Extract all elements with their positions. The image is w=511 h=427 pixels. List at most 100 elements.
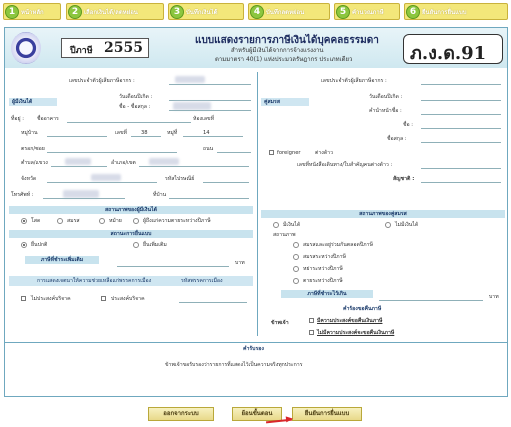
name-input[interactable] bbox=[169, 110, 251, 111]
spouse-surname-input[interactable] bbox=[421, 142, 501, 143]
tambon-label: ตำบล/แขวง bbox=[21, 160, 48, 166]
extra-tax-input[interactable] bbox=[117, 266, 229, 267]
foreigner-label: foreigner bbox=[277, 150, 301, 156]
status-single-radio[interactable] bbox=[21, 218, 27, 224]
spouse-no-income-radio[interactable] bbox=[385, 222, 391, 228]
refund-input[interactable] bbox=[379, 300, 483, 301]
certification-divider bbox=[5, 342, 507, 343]
taxid-input[interactable] bbox=[169, 84, 251, 85]
phone-input[interactable] bbox=[43, 198, 125, 199]
taxid-value-redacted bbox=[175, 76, 205, 83]
want-refund-label: มีความประสงค์ขอคืนเงินภาษี bbox=[317, 318, 383, 324]
filing-bar: สถานะการยื่นแบบ bbox=[9, 230, 253, 238]
form-title: แบบแสดงรายการภาษีเงินได้บุคคลธรรมดา bbox=[195, 35, 379, 46]
status-married-radio[interactable] bbox=[57, 218, 63, 224]
party-code-input[interactable] bbox=[179, 302, 247, 303]
phone-label: โทรศัพท์ : bbox=[11, 192, 34, 198]
no-refund-checkbox[interactable] bbox=[309, 330, 314, 335]
amphoe-label: อำเภอ/เขต bbox=[111, 160, 136, 166]
nationality-input[interactable] bbox=[421, 182, 501, 183]
filing-normal-label: ยื่นปกติ bbox=[31, 242, 48, 248]
amphoe-input[interactable] bbox=[139, 166, 249, 167]
spouse-status-deceased-radio[interactable] bbox=[293, 278, 299, 284]
wizard-step-bar: 1 หน้าหลัก 2 เลือกเงินได้/ลดหย่อน 3 บันทึกเ… bbox=[0, 0, 511, 24]
column-divider bbox=[257, 72, 258, 336]
step-number: 3 bbox=[170, 5, 184, 19]
step-select-income[interactable]: 2 เลือกเงินได้/ลดหย่อน bbox=[66, 3, 164, 20]
status-bar: สถานภาพของผู้มีเงินได้ bbox=[9, 206, 253, 214]
spouse-status-married-during-radio[interactable] bbox=[293, 254, 299, 260]
spouse-taxid-input[interactable] bbox=[421, 84, 501, 85]
donate-label: การแสดงเจตนาให้ความช่วยเหลือแก่พรรคการเม… bbox=[37, 278, 152, 284]
refund-label: ภาษีที่ชำระไว้เกิน bbox=[281, 290, 373, 298]
soi-input[interactable] bbox=[47, 152, 177, 153]
step-home[interactable]: 1 หน้าหลัก bbox=[3, 3, 61, 20]
party-code-label: รหัสพรรคการเมือง bbox=[181, 278, 223, 284]
tax-year-box: ปีภาษี 2555 bbox=[61, 38, 149, 58]
building-label: ชื่ออาคาร bbox=[37, 116, 59, 122]
spouse-has-income-radio[interactable] bbox=[273, 222, 279, 228]
spouse-status-married-all-year-radio[interactable] bbox=[293, 242, 299, 248]
step-confirm-filing[interactable]: 6 ยืนยันการยื่นแบบ bbox=[404, 3, 508, 20]
form-subtitle-1: สำหรับผู้มีเงินได้จากการจ้างแรงงาน bbox=[231, 47, 324, 54]
step-number: 5 bbox=[336, 5, 350, 19]
tax-year-value: 2555 bbox=[104, 40, 143, 56]
filing-additional-radio[interactable] bbox=[133, 242, 139, 248]
house-no-input[interactable] bbox=[131, 136, 161, 137]
step-number: 4 bbox=[250, 5, 264, 19]
spouse-prefix-input[interactable] bbox=[421, 114, 501, 115]
certification-title: คำรับรอง bbox=[243, 346, 264, 352]
previous-step-button[interactable]: ย้อนขั้นตอน bbox=[232, 407, 282, 421]
spouse-name-label: ชื่อ : bbox=[403, 122, 414, 128]
province-input[interactable] bbox=[47, 182, 157, 183]
moo-input[interactable] bbox=[183, 136, 243, 137]
refund-title: คำร้องขอคืนภาษี bbox=[343, 306, 382, 312]
birth-label: วันเดือนปีเกิด : bbox=[119, 94, 153, 100]
form-code: ภ.ง.ด.91 bbox=[410, 43, 487, 64]
certification-text: ข้าพเจ้าขอรับรองว่ารายการที่แสดงไว้เป็นค… bbox=[165, 362, 303, 368]
zip-label: รหัสไปรษณีย์ bbox=[165, 176, 195, 182]
passport-input[interactable] bbox=[421, 168, 501, 169]
step-record-deduction[interactable]: 4 บันทึกลดหย่อน bbox=[248, 3, 330, 20]
spouse-status-divorced-radio[interactable] bbox=[293, 266, 299, 272]
village-input[interactable] bbox=[47, 136, 107, 137]
spouse-status-label: สถานภาพ bbox=[273, 232, 296, 238]
taxid-label: เลขประจำตัวผู้เสียภาษีอากร : bbox=[69, 78, 135, 84]
step-record-income[interactable]: 3 บันทึกเงินได้ bbox=[168, 3, 244, 20]
status-married-label: สมรส bbox=[67, 218, 80, 224]
step-label: ยืนยันการยื่นแบบ bbox=[422, 9, 467, 16]
passport-label: เลขที่หนังสือเดินทาง/ใบสำคัญคนต่างด้าว : bbox=[297, 162, 393, 168]
province-value-redacted bbox=[91, 174, 121, 181]
step-calculate-tax[interactable]: 5 คำนวณภาษี bbox=[334, 3, 400, 20]
road-input[interactable] bbox=[217, 152, 251, 153]
no-donate-checkbox[interactable] bbox=[21, 296, 26, 301]
foreigner-checkbox[interactable] bbox=[269, 150, 274, 155]
status-widowed-radio[interactable] bbox=[99, 218, 105, 224]
step-label: เลือกเงินได้/ลดหย่อน bbox=[84, 9, 138, 16]
status-deceased-radio[interactable] bbox=[133, 218, 139, 224]
spouse-name-input[interactable] bbox=[421, 128, 501, 129]
filing-normal-radio[interactable] bbox=[21, 242, 27, 248]
confirm-filing-button[interactable]: ยืนยันการยื่นแบบ bbox=[292, 407, 362, 421]
zip-input[interactable] bbox=[203, 182, 249, 183]
road-label: ถนน bbox=[203, 146, 214, 152]
tax-form: ปีภาษี 2555 แบบแสดงรายการภาษีเงินได้บุคค… bbox=[4, 27, 508, 397]
spouse-has-income-label: มีเงินได้ bbox=[283, 222, 301, 228]
filing-additional-label: ยื่นเพิ่มเติม bbox=[143, 242, 167, 248]
no-refund-label: ไม่มีความประสงค์จะขอคืนเงินภาษี bbox=[317, 330, 395, 336]
step-number: 6 bbox=[406, 5, 420, 19]
status-deceased-label: ผู้ถึงแก่ความตายระหว่างปีภาษี bbox=[143, 218, 211, 224]
spouse-birth-input[interactable] bbox=[421, 100, 501, 101]
building-input[interactable] bbox=[67, 122, 191, 123]
refund-baht: บาท bbox=[489, 294, 499, 300]
birth-input[interactable] bbox=[169, 100, 251, 101]
step-label: หน้าหลัก bbox=[21, 9, 44, 16]
tambon-input[interactable] bbox=[51, 166, 107, 167]
phone-ext-input[interactable] bbox=[169, 198, 249, 199]
tambon-value-redacted bbox=[65, 158, 91, 165]
donate-checkbox[interactable] bbox=[101, 296, 106, 301]
want-refund-checkbox[interactable] bbox=[309, 318, 314, 323]
logout-button[interactable]: ออกจากระบบ bbox=[148, 407, 214, 421]
spouse-section-label: คู่สมรส bbox=[261, 98, 309, 106]
tax-year-label: ปีภาษี bbox=[70, 46, 93, 56]
